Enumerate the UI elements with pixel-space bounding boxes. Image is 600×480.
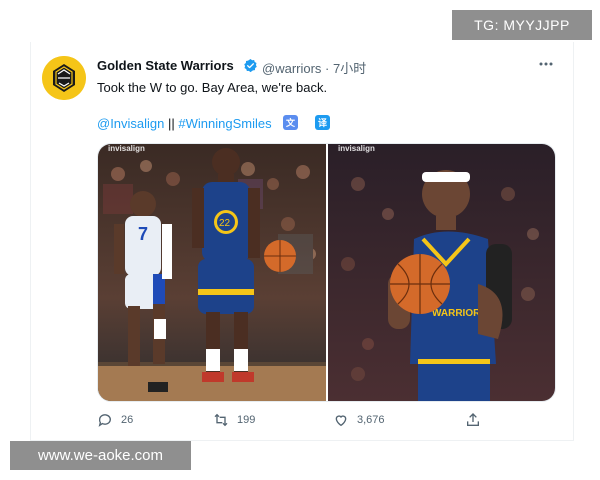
handle-and-time[interactable]: @warriors · 7小时 xyxy=(262,58,366,77)
translate-icon[interactable]: 文 xyxy=(283,115,298,130)
tweet-mentions: @Invisalign || #WinningSmiles xyxy=(97,116,272,131)
watermark-top: TG: MYYJJPP xyxy=(452,10,592,40)
more-horizontal-icon[interactable] xyxy=(536,54,556,74)
handle[interactable]: @warriors xyxy=(262,61,321,76)
photo-right-label: invisalign xyxy=(338,144,375,153)
retweet-count: 199 xyxy=(237,414,256,426)
share-button[interactable] xyxy=(465,410,481,430)
photo-right[interactable]: WARRIORS invisalign xyxy=(328,144,555,401)
divider: || xyxy=(168,116,175,131)
reply-count: 26 xyxy=(121,414,134,426)
verified-badge-icon xyxy=(244,58,257,73)
reply-icon xyxy=(98,414,111,427)
warriors-logo-icon xyxy=(42,56,86,100)
like-button[interactable]: 3,676 xyxy=(333,410,385,430)
separator-dot: · xyxy=(325,61,330,76)
photo-left[interactable]: 7 22 invisalign xyxy=(98,144,326,401)
tweet-text: Took the W to go. Bay Area, we're back. xyxy=(97,80,328,95)
photo-left-label: invisalign xyxy=(108,144,145,153)
translate-icon-secondary[interactable]: 译 xyxy=(315,115,330,130)
heart-icon xyxy=(335,415,347,427)
svg-text:22: 22 xyxy=(219,218,231,229)
tweet-actions: 26 199 3,676 xyxy=(97,410,557,432)
like-count: 3,676 xyxy=(357,414,385,426)
media-grid: 7 22 invisalign WARRIORS invisalign xyxy=(97,143,556,402)
reply-button[interactable]: 26 xyxy=(97,410,133,430)
retweet-button[interactable]: 199 xyxy=(213,410,255,430)
retweet-icon xyxy=(214,413,228,427)
share-icon xyxy=(467,413,479,426)
author-name[interactable]: Golden State Warriors xyxy=(97,58,234,73)
hashtag-winningsmiles[interactable]: #WinningSmiles xyxy=(178,116,271,131)
timestamp[interactable]: 7小时 xyxy=(333,61,366,76)
avatar[interactable] xyxy=(42,56,86,100)
watermark-bottom: www.we-aoke.com xyxy=(10,441,191,470)
mention-invisalign[interactable]: @Invisalign xyxy=(97,116,164,131)
svg-text:7: 7 xyxy=(138,224,148,244)
